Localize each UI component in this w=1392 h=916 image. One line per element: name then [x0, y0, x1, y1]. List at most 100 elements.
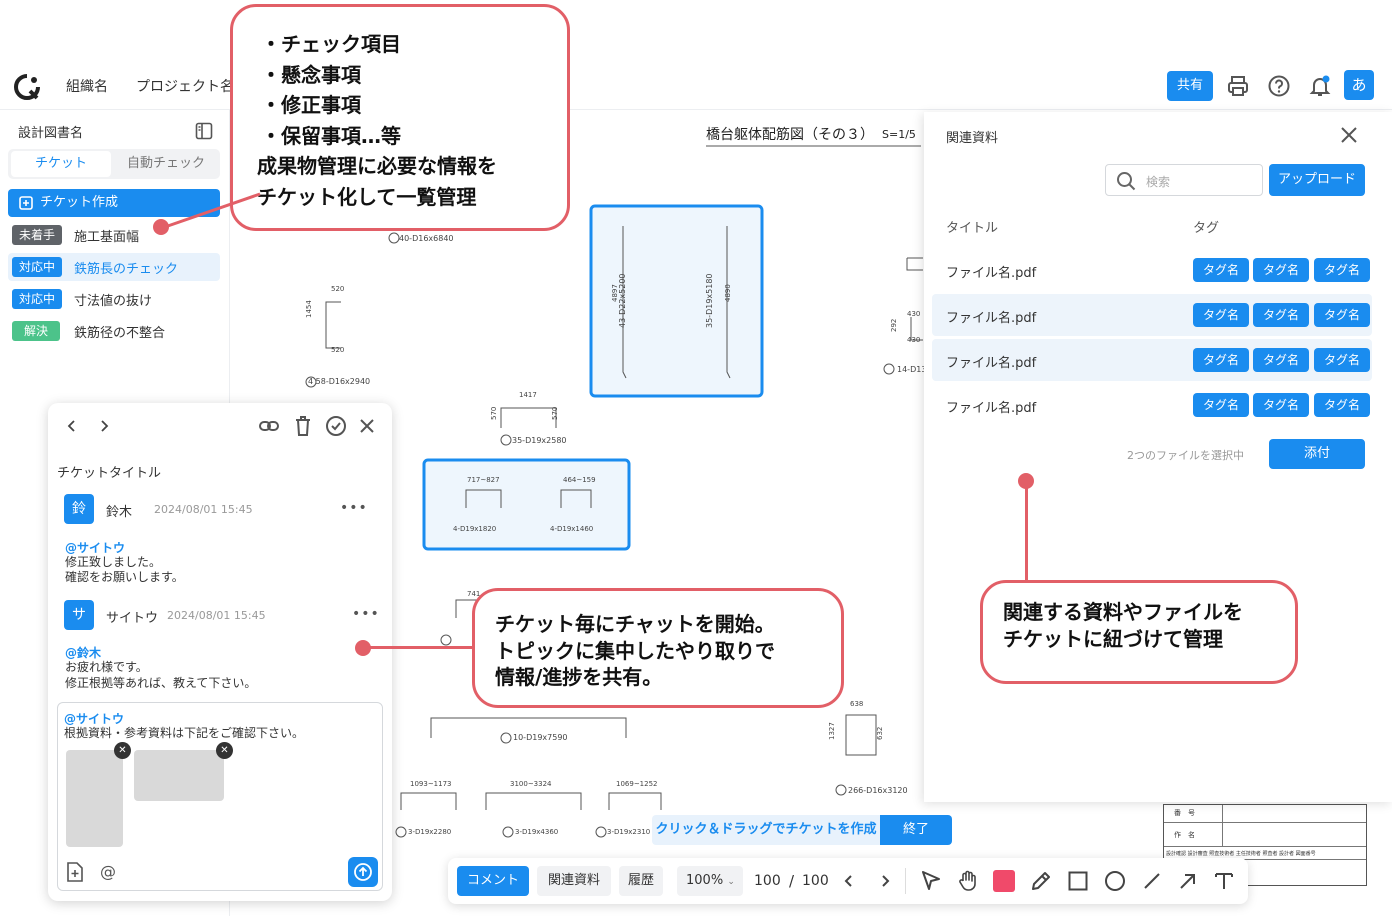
file-tag[interactable]: タグ名 [1253, 348, 1309, 372]
callout-line-item: ・保留事項…等 [261, 123, 401, 148]
text-icon[interactable] [1212, 869, 1236, 893]
file-tag[interactable]: タグ名 [1314, 258, 1370, 282]
chevron-right-icon[interactable] [96, 418, 112, 434]
file-row[interactable]: ファイル名.pdf タグ名 タグ名 タグ名 [932, 249, 1372, 291]
finish-button[interactable]: 終了 [880, 815, 952, 845]
bell-icon[interactable] [1308, 74, 1332, 98]
dim-label: 717~827 [467, 476, 500, 484]
dim-label: 4897 [611, 284, 619, 302]
author-name: サイトウ [106, 611, 159, 626]
check-circle-icon[interactable] [325, 415, 347, 437]
send-button[interactable] [348, 857, 378, 887]
file-tag[interactable]: タグ名 [1314, 348, 1370, 372]
help-icon[interactable] [1267, 74, 1291, 98]
bar-label: 35-D19x5180 [705, 273, 714, 329]
dim-label: 570 [551, 406, 559, 420]
breadcrumb-project[interactable]: プロジェクト名 [136, 76, 234, 96]
ticket-title: チケットタイトル [57, 466, 162, 481]
callout-pointer [364, 646, 474, 649]
trash-icon[interactable] [293, 415, 313, 437]
file-tag[interactable]: タグ名 [1193, 348, 1249, 372]
selection-count: 2つのファイルを選択中 [1127, 449, 1244, 462]
bar-label: 4-D19x1460 [550, 525, 594, 533]
mention[interactable]: @鈴木 [65, 644, 101, 661]
highlight-region[interactable] [422, 458, 631, 551]
attach-button[interactable]: 添付 [1269, 439, 1365, 469]
file-name: ファイル名.pdf [946, 311, 1037, 326]
dim-label: 632 [876, 726, 884, 740]
link-icon[interactable] [258, 416, 280, 436]
upload-button[interactable]: アップロード [1269, 164, 1365, 196]
callout-line-item: トピックに集中したやり取りで [495, 638, 775, 663]
file-tag[interactable]: タグ名 [1253, 258, 1309, 282]
bar-label: 3-D19x4360 [515, 828, 559, 836]
related-docs-button[interactable]: 関連資料 [537, 866, 611, 896]
line-icon[interactable] [1140, 869, 1164, 893]
file-tag[interactable]: タグ名 [1253, 303, 1309, 327]
panel-toggle-icon[interactable] [195, 122, 213, 140]
chevron-right-icon[interactable] [873, 869, 897, 893]
page-current[interactable]: 100 [754, 873, 781, 889]
rectangle-icon[interactable] [1066, 869, 1090, 893]
ticket-item-selected[interactable]: 対応中 鉄筋長のチェック [8, 253, 220, 281]
callout-line-item: ・修正事項 [261, 93, 361, 117]
breadcrumb-org[interactable]: 組織名 [66, 76, 108, 96]
ticket-label: 鉄筋長のチェック [74, 262, 179, 277]
dim-label: 292 [890, 318, 898, 332]
draft-text[interactable]: 根拠資料・参考資料は下記をご確認下さい。 [64, 726, 304, 741]
tab-auto-check[interactable]: 自動チェック [114, 151, 218, 177]
callout-line-item: 情報/進捗を共有。 [495, 665, 663, 689]
more-options-icon[interactable]: ••• [340, 500, 368, 516]
color-swatch[interactable] [993, 870, 1015, 892]
hand-icon[interactable] [956, 869, 980, 893]
attachment-thumbnail[interactable] [134, 750, 224, 801]
docs-search-input[interactable]: 検索 [1105, 164, 1263, 196]
drawing-title: 橋台躯体配筋図（その３） [706, 127, 874, 143]
file-tag[interactable]: タグ名 [1193, 303, 1249, 327]
chevron-left-icon[interactable] [64, 418, 80, 434]
close-icon[interactable] [1340, 126, 1358, 144]
file-row[interactable]: ファイル名.pdf タグ名 タグ名 タグ名 [932, 384, 1372, 426]
user-avatar[interactable]: あ [1344, 70, 1374, 100]
circle-icon[interactable] [1103, 869, 1127, 893]
draft-mention[interactable]: @サイトウ [64, 710, 124, 727]
ticket-item[interactable]: 解決 鉄筋径の不整合 [8, 317, 220, 345]
bar-label: 3-D19x2310 [607, 828, 651, 836]
remove-attachment-icon[interactable]: ✕ [216, 742, 233, 759]
add-file-icon[interactable] [66, 862, 84, 882]
remove-attachment-icon[interactable]: ✕ [114, 742, 131, 759]
close-icon[interactable] [359, 418, 375, 434]
file-row-selected[interactable]: ファイル名.pdf タグ名 タグ名 タグ名 [932, 339, 1372, 381]
history-button[interactable]: 履歴 [619, 866, 663, 896]
app-logo-icon[interactable] [12, 72, 42, 102]
avatar: サ [64, 600, 94, 630]
more-options-icon[interactable]: ••• [352, 606, 380, 622]
dim-label: 1454 [305, 300, 313, 318]
comment-button[interactable]: コメント [457, 866, 529, 896]
dim-label: 1327 [828, 722, 836, 740]
attachment-thumbnail[interactable] [66, 750, 123, 847]
message-time: 2024/08/01 15:45 [154, 503, 253, 516]
file-tag[interactable]: タグ名 [1193, 393, 1249, 417]
share-button[interactable]: 共有 [1167, 71, 1213, 101]
file-tag[interactable]: タグ名 [1253, 393, 1309, 417]
tab-ticket[interactable]: チケット [11, 151, 111, 177]
pen-icon[interactable] [1029, 869, 1053, 893]
file-tag[interactable]: タグ名 [1314, 393, 1370, 417]
dim-label: 464~159 [563, 476, 596, 484]
docs-panel-title: 関連資料 [946, 131, 999, 146]
zoom-select[interactable]: 100% ⌄ [677, 866, 743, 896]
mention[interactable]: @サイトウ [65, 539, 125, 556]
file-row-selected[interactable]: ファイル名.pdf タグ名 タグ名 タグ名 [932, 294, 1372, 336]
arrow-icon[interactable] [1176, 869, 1200, 893]
file-tag[interactable]: タグ名 [1314, 303, 1370, 327]
mention-icon[interactable]: @ [100, 862, 116, 881]
file-name: ファイル名.pdf [946, 401, 1037, 416]
cursor-icon[interactable] [919, 869, 943, 893]
chevron-left-icon[interactable] [837, 869, 861, 893]
print-icon[interactable] [1226, 74, 1250, 98]
message-line: 修正致しました。 [65, 555, 162, 569]
file-name: ファイル名.pdf [946, 356, 1037, 371]
file-tag[interactable]: タグ名 [1193, 258, 1249, 282]
ticket-item[interactable]: 対応中 寸法値の抜け [8, 285, 220, 313]
